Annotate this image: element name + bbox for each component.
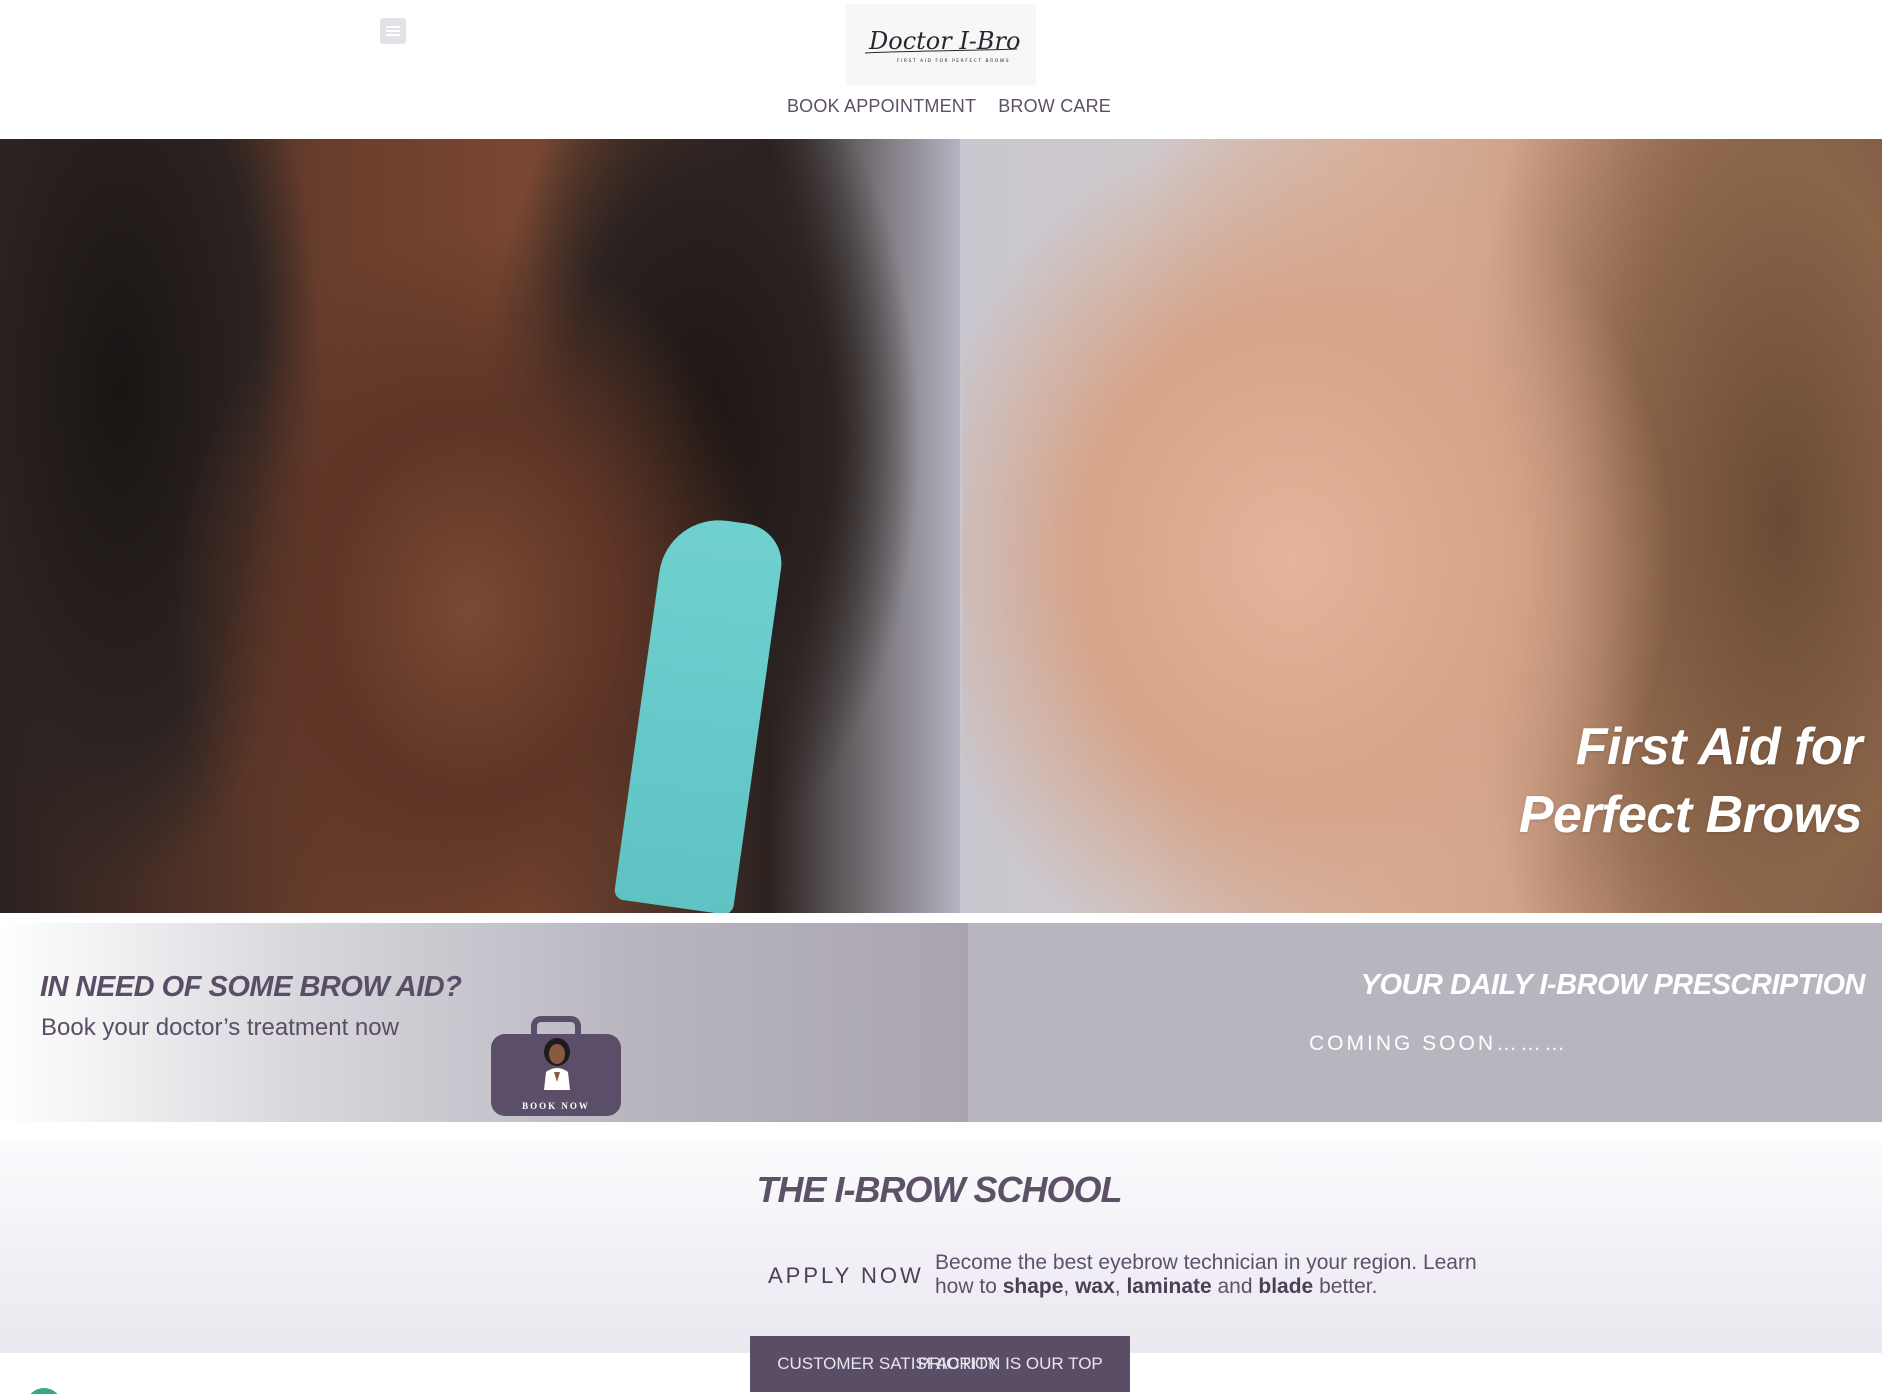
nav-book-appointment[interactable]: BOOK APPOINTMENT [787, 96, 976, 117]
doctor-avatar-icon [544, 1038, 570, 1090]
school-section: THE I-BROW SCHOOL APPLY NOW Become the b… [0, 1141, 1882, 1353]
book-now-button[interactable]: BOOK NOW [491, 1016, 621, 1116]
logo-signature: Doctor I-Brow FIRST AID FOR PERFECT BROW… [864, 27, 1021, 64]
hero-banner: First Aid for Perfect Brows [0, 139, 1882, 913]
hero-divider [960, 139, 962, 913]
promo-book-subtitle: Book your doctor’s treatment now [41, 1014, 399, 1041]
hamburger-icon [386, 26, 400, 36]
promo-prescription-panel: YOUR DAILY I-BROW PRESCRIPTION COMING SO… [968, 923, 1882, 1122]
desc-sep: , [1063, 1275, 1076, 1298]
svg-text:FIRST AID FOR PERFECT BROWS: FIRST AID FOR PERFECT BROWS [897, 58, 1010, 64]
site-header: Doctor I-Brow FIRST AID FOR PERFECT BROW… [0, 0, 1882, 139]
banner-text-overlap: PRIORITY [917, 1354, 999, 1373]
promo-prescription-title: YOUR DAILY I-BROW PRESCRIPTION [1360, 969, 1866, 1001]
hero-image-left [0, 139, 962, 913]
nav-brow-care[interactable]: BROW CARE [998, 96, 1111, 117]
desc-blade: blade [1258, 1275, 1314, 1298]
desc-shape: shape [1002, 1275, 1064, 1298]
desc-sep: , [1114, 1275, 1127, 1298]
promo-book-panel: IN NEED OF SOME BROW AID? Book your doct… [0, 923, 968, 1122]
hero-title-line2: Perfect Brows [1518, 786, 1863, 844]
school-description: Become the best eyebrow technician in yo… [935, 1251, 1495, 1299]
desc-wax: wax [1075, 1275, 1115, 1298]
satisfaction-banner: CUSTOMER SATISFACTION IS OUR TOP PRIORIT… [750, 1336, 1130, 1392]
book-now-label: BOOK NOW [522, 1101, 590, 1111]
hero-title-line1: First Aid for [1575, 718, 1863, 776]
hero-title: First Aid for Perfect Brows [1518, 713, 1863, 849]
glove-shape [613, 512, 787, 913]
desc-end: better. [1313, 1275, 1378, 1298]
apply-now-link[interactable]: APPLY NOW [768, 1263, 924, 1289]
promo-book-title: IN NEED OF SOME BROW AID? [40, 971, 462, 1003]
desc-laminate: laminate [1126, 1275, 1212, 1298]
menu-toggle-button[interactable] [380, 18, 406, 44]
promo-prescription-subtitle: COMING SOON……… [1309, 1032, 1569, 1055]
site-logo[interactable]: Doctor I-Brow FIRST AID FOR PERFECT BROW… [846, 4, 1036, 86]
school-title: THE I-BROW SCHOOL [756, 1169, 1123, 1210]
desc-and: and [1211, 1275, 1259, 1298]
main-nav: BOOK APPOINTMENT BROW CARE [0, 96, 1882, 117]
chat-icon[interactable] [26, 1388, 62, 1394]
